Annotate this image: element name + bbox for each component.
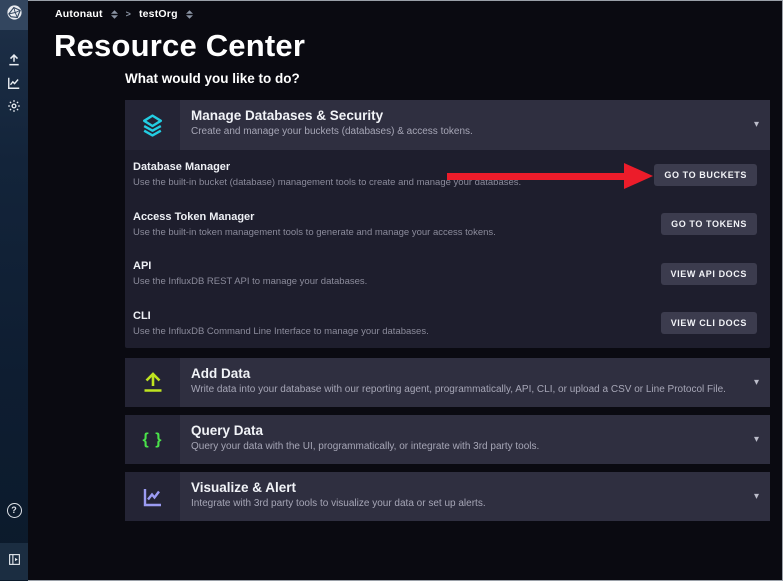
org-switcher-icon[interactable] [186, 10, 193, 19]
card-visualize-alert-header[interactable]: Visualize & Alert Integrate with 3rd par… [125, 472, 770, 521]
card-query-data: { } Query Data Query your data with the … [125, 415, 770, 464]
braces-icon: { } [125, 415, 180, 464]
row-title: Access Token Manager [133, 211, 496, 223]
layers-icon [125, 100, 180, 150]
breadcrumb-separator: > [126, 9, 131, 19]
card-title: Visualize & Alert [191, 480, 742, 495]
row-description: Use the InfluxDB Command Line Interface … [133, 326, 429, 337]
sidebar-item-settings[interactable] [0, 95, 28, 117]
row-cli: CLI Use the InfluxDB Command Line Interf… [125, 299, 770, 349]
breadcrumb: Autonaut > testOrg [55, 0, 193, 28]
card-title: Manage Databases & Security [191, 108, 742, 123]
go-to-tokens-button[interactable]: GO TO TOKENS [661, 213, 757, 235]
page-title: Resource Center [54, 28, 305, 64]
graph-icon [7, 76, 21, 90]
card-manage-databases: Manage Databases & Security Create and m… [125, 100, 770, 348]
sidebar-item-data-explorer[interactable] [0, 72, 28, 94]
chevron-down-icon[interactable]: ▾ [754, 376, 759, 387]
upload-data-icon [125, 358, 180, 407]
resource-center-page: ? Autonaut > testOrg Resource Center Wh [0, 0, 783, 581]
card-description: Integrate with 3rd party tools to visual… [191, 498, 742, 509]
page-subtitle: What would you like to do? [125, 71, 300, 86]
card-title: Query Data [191, 423, 742, 438]
influxdata-logo-icon [6, 4, 23, 26]
sidebar-expand-toggle[interactable] [0, 543, 28, 580]
view-api-docs-button[interactable]: VIEW API DOCS [661, 263, 757, 285]
card-description: Query your data with the UI, programmati… [191, 441, 742, 452]
card-add-data-header[interactable]: Add Data Write data into your database w… [125, 358, 770, 407]
row-title: API [133, 260, 367, 272]
card-manage-databases-header[interactable]: Manage Databases & Security Create and m… [125, 100, 770, 150]
account-switcher-icon[interactable] [111, 10, 118, 19]
sidebar-item-load-data[interactable] [0, 49, 28, 71]
card-add-data: Add Data Write data into your database w… [125, 358, 770, 407]
row-access-token-manager: Access Token Manager Use the built-in to… [125, 200, 770, 250]
sidebar-item-help[interactable]: ? [0, 499, 28, 521]
card-title: Add Data [191, 366, 742, 381]
chevron-down-icon[interactable]: ▾ [754, 490, 759, 501]
card-query-data-header[interactable]: { } Query Data Query your data with the … [125, 415, 770, 464]
card-visualize-alert: Visualize & Alert Integrate with 3rd par… [125, 472, 770, 521]
line-chart-icon [125, 472, 180, 521]
annotation-arrow [447, 163, 653, 190]
row-description: Use the built-in token management tools … [133, 227, 496, 238]
row-title: CLI [133, 310, 429, 322]
help-icon: ? [7, 503, 22, 518]
gear-icon [7, 99, 21, 113]
view-cli-docs-button[interactable]: VIEW CLI DOCS [661, 312, 757, 334]
chevron-down-icon[interactable]: ▾ [754, 433, 759, 444]
breadcrumb-org[interactable]: testOrg [139, 8, 178, 20]
breadcrumb-account[interactable]: Autonaut [55, 8, 103, 20]
sidebar-logo[interactable] [0, 0, 28, 30]
expand-sidebar-icon [8, 553, 21, 571]
go-to-buckets-button[interactable]: GO TO BUCKETS [654, 164, 757, 186]
card-description: Write data into your database with our r… [191, 384, 742, 395]
chevron-down-icon[interactable]: ▾ [754, 119, 759, 130]
card-description: Create and manage your buckets (database… [191, 126, 742, 137]
row-description: Use the InfluxDB REST API to manage your… [133, 276, 367, 287]
sidebar: ? [0, 0, 28, 581]
row-api: API Use the InfluxDB REST API to manage … [125, 249, 770, 299]
upload-icon [7, 53, 21, 67]
